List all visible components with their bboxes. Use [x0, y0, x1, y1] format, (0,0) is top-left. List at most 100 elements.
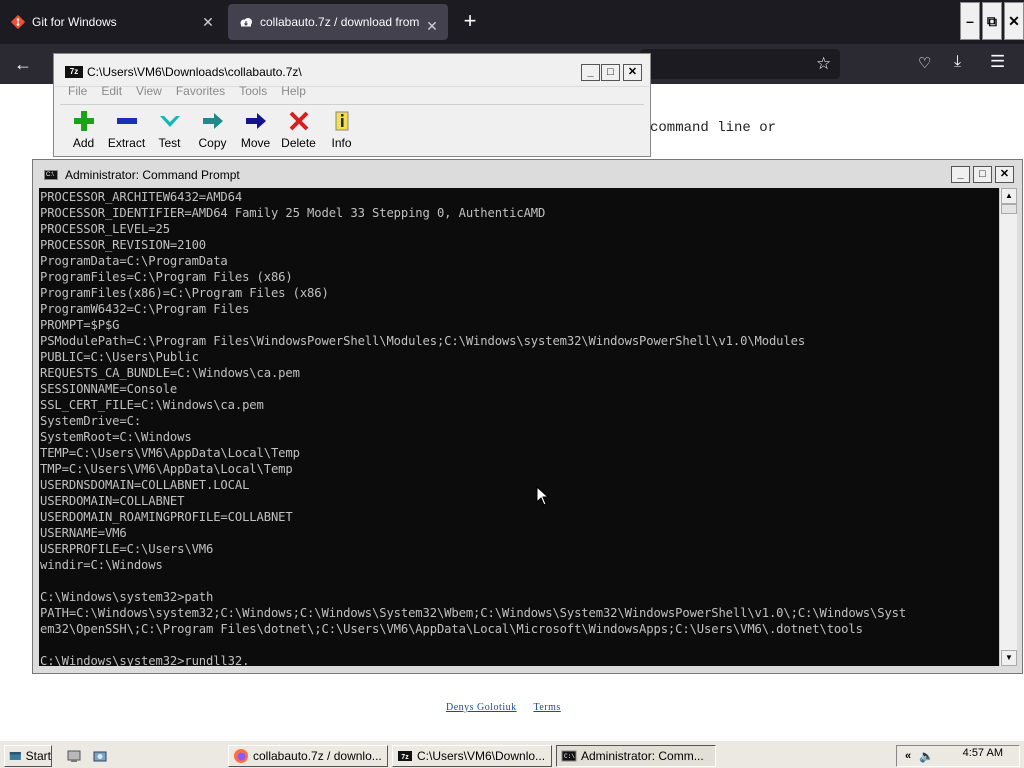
button-label: Add	[72, 136, 95, 150]
console-line: USERDNSDOMAIN=COLLABNET.LOCAL	[40, 478, 250, 492]
window-title: Administrator: Command Prompt	[65, 168, 240, 182]
console-line: SystemDrive=C:	[40, 414, 142, 428]
console-line: TEMP=C:\Users\VM6\AppData\Local\Temp	[40, 446, 300, 460]
button-label: Move	[240, 136, 271, 150]
copy-button[interactable]: Copy	[191, 108, 234, 154]
plus-icon	[71, 108, 97, 134]
check-icon	[157, 108, 183, 134]
explorer-icon[interactable]	[92, 748, 108, 764]
taskbar-button-label: collabauto.7z / downlo...	[253, 749, 382, 763]
console-line: USERDOMAIN=COLLABNET	[40, 494, 185, 508]
7zip-icon: 7z	[398, 751, 412, 761]
footer-link-author[interactable]: Denys Golotiuk	[446, 702, 517, 713]
hamburger-menu-icon[interactable]: ☰	[990, 52, 1005, 72]
maximize-button[interactable]: □	[601, 64, 620, 81]
footer-link-terms[interactable]: Terms	[533, 702, 560, 713]
menu-favorites[interactable]: Favorites	[176, 84, 225, 102]
firefox-icon	[234, 749, 248, 763]
svg-text:7z: 7z	[401, 754, 409, 761]
test-button[interactable]: Test	[148, 108, 191, 154]
console-line: SystemRoot=C:\Windows	[40, 430, 192, 444]
info-icon	[329, 108, 355, 134]
taskbar-button-cmd[interactable]: C:\ Administrator: Comm...	[556, 745, 716, 767]
new-tab-button[interactable]: +	[458, 10, 482, 34]
scrollbar-thumb[interactable]	[1001, 204, 1017, 214]
button-label: Test	[158, 136, 181, 150]
console-line: windir=C:\Windows	[40, 558, 163, 572]
console-line: ProgramData=C:\ProgramData	[40, 254, 228, 268]
console-output[interactable]: PROCESSOR_ARCHITEW6432=AMD64 PROCESSOR_ID…	[39, 188, 999, 666]
info-button[interactable]: Info	[320, 108, 363, 154]
menu-file[interactable]: File	[68, 84, 87, 102]
vertical-scrollbar[interactable]: ▲ ▼	[999, 188, 1017, 666]
desktop-screen: Git for Windows ✕ collabauto.7z / downlo…	[0, 0, 1024, 768]
7zip-app-icon: 7z	[65, 66, 83, 78]
volume-icon[interactable]: 🔈	[919, 749, 934, 763]
start-button[interactable]: Start	[4, 745, 52, 767]
browser-window-controls: – ⧉ ✕	[958, 2, 1024, 40]
pocket-icon[interactable]: ♡	[918, 54, 931, 72]
page-text: command line or	[650, 120, 777, 136]
console-line: PROCESSOR_ARCHITEW6432=AMD64	[40, 190, 243, 204]
cmd-app-icon: C:\	[44, 170, 58, 180]
taskbar-button-7zip[interactable]: 7z C:\Users\VM6\Downlo...	[392, 745, 552, 767]
menu-help[interactable]: Help	[281, 84, 306, 102]
button-label: Copy	[198, 136, 227, 150]
close-button[interactable]: ✕	[1004, 2, 1024, 40]
arrow-right-icon	[200, 108, 226, 134]
console-line: USERNAME=VM6	[40, 526, 127, 540]
system-tray: « 🔈 4:57 AM	[896, 745, 1020, 767]
console-line: PSModulePath=C:\Program Files\WindowsPow…	[40, 334, 806, 348]
minus-icon	[114, 108, 140, 134]
close-tab-icon[interactable]: ✕	[424, 18, 440, 34]
clock[interactable]: 4:57 AM	[963, 746, 1003, 760]
console-line: ProgramW6432=C:\Program Files	[40, 302, 250, 316]
console-line: TMP=C:\Users\VM6\AppData\Local\Temp	[40, 462, 293, 476]
minimize-button[interactable]: –	[960, 2, 980, 40]
console-lines: PROCESSOR_ARCHITEW6432=AMD64 PROCESSOR_ID…	[39, 188, 999, 666]
menu-tools[interactable]: Tools	[239, 84, 267, 102]
console-line: PROCESSOR_IDENTIFIER=AMD64 Family 25 Mod…	[40, 206, 546, 220]
7zip-toolbar: Add Extract Test Copy Move Delete Info	[62, 108, 363, 154]
console-line: ProgramFiles(x86)=C:\Program Files (x86)	[40, 286, 329, 300]
restore-button[interactable]: ⧉	[982, 2, 1002, 40]
show-desktop-icon[interactable]	[66, 748, 82, 764]
move-button[interactable]: Move	[234, 108, 277, 154]
minimize-button[interactable]: _	[951, 166, 970, 183]
back-arrow-icon[interactable]: ←	[12, 53, 34, 75]
taskbar-button-firefox[interactable]: collabauto.7z / downlo...	[228, 745, 388, 767]
7zip-window: 7z C:\Users\VM6\Downloads\collabauto.7z\…	[53, 53, 651, 157]
close-button[interactable]: ✕	[995, 166, 1014, 183]
tab-git-for-windows[interactable]: Git for Windows ✕	[0, 0, 224, 44]
mouse-pointer-icon	[536, 486, 550, 506]
scroll-down-arrow-icon[interactable]: ▼	[1001, 650, 1017, 666]
cmd-titlebar[interactable]: C:\ Administrator: Command Prompt _ □ ✕	[33, 160, 1022, 188]
tab-collabauto-download[interactable]: collabauto.7z / download from ✕	[228, 4, 448, 40]
console-line: PUBLIC=C:\Users\Public	[40, 350, 199, 364]
7zip-titlebar[interactable]: 7z C:\Users\VM6\Downloads\collabauto.7z\…	[55, 55, 649, 87]
download-icon[interactable]: ⤓	[954, 53, 961, 71]
taskbar-button-label: C:\Users\VM6\Downlo...	[417, 749, 546, 763]
close-button[interactable]: ✕	[623, 64, 642, 81]
console-line: SESSIONNAME=Console	[40, 382, 178, 396]
tray-expand-chevron-icon[interactable]: «	[905, 750, 911, 762]
add-button[interactable]: Add	[62, 108, 105, 154]
delete-button[interactable]: Delete	[277, 108, 320, 154]
x-icon	[286, 108, 312, 134]
console-line: C:\Windows\system32>rundll32.	[40, 654, 250, 666]
console-line: USERDOMAIN_ROAMINGPROFILE=COLLABNET	[40, 510, 293, 524]
svg-text:C:\: C:\	[564, 753, 575, 760]
menu-edit[interactable]: Edit	[101, 84, 122, 102]
scroll-up-arrow-icon[interactable]: ▲	[1001, 188, 1017, 204]
extract-button[interactable]: Extract	[105, 108, 148, 154]
maximize-button[interactable]: □	[973, 166, 992, 183]
tab-label: collabauto.7z / download from	[260, 15, 420, 29]
bookmark-star-icon[interactable]: ☆	[816, 54, 831, 74]
minimize-button[interactable]: _	[581, 64, 600, 81]
menu-view[interactable]: View	[136, 84, 162, 102]
button-label: Delete	[281, 136, 316, 150]
url-bar[interactable]	[640, 49, 840, 79]
close-tab-icon[interactable]: ✕	[200, 14, 216, 30]
console-line: PROCESSOR_REVISION=2100	[40, 238, 207, 252]
